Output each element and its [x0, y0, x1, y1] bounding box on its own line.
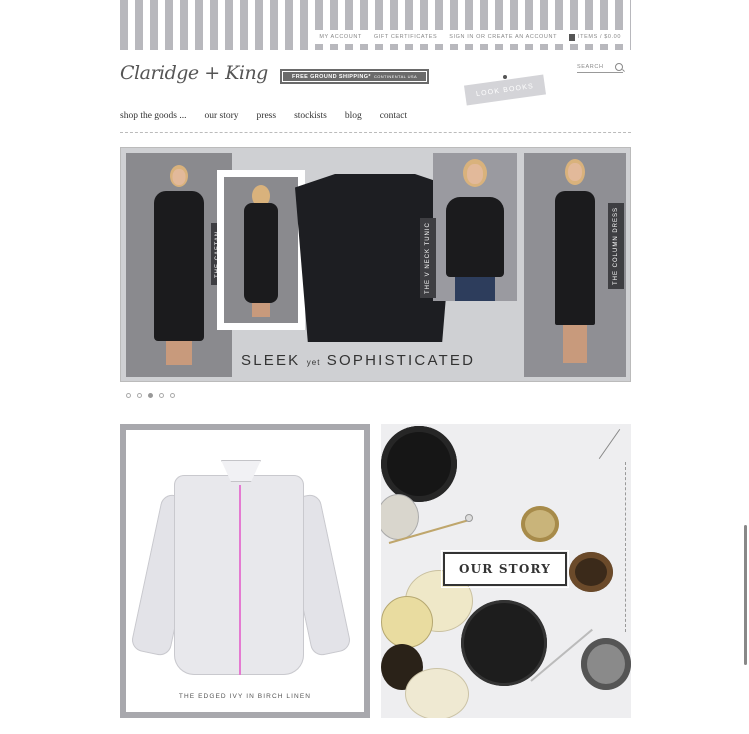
shirt-placket [239, 485, 241, 675]
brass-button-image [521, 506, 559, 542]
carousel-dot[interactable] [137, 393, 142, 398]
top-links: MY ACCOUNT GIFT CERTIFICATES SIGN IN OR … [311, 30, 625, 44]
divider [120, 132, 631, 133]
gift-certificates-link[interactable]: GIFT CERTIFICATES [374, 34, 437, 40]
main-nav: shop the goods ... our story press stock… [120, 111, 407, 121]
tunic-model-photo [433, 153, 517, 301]
shipping-subtext: CONTINENTAL USA [373, 74, 418, 79]
model-legs [563, 325, 587, 363]
hero-title-left: SLEEK [241, 352, 301, 369]
my-account-link[interactable]: MY ACCOUNT [319, 34, 362, 40]
model-face [568, 163, 582, 181]
caftan-back-dress [244, 203, 278, 303]
hero-title-right: SOPHISTICATED [326, 352, 476, 369]
needle-icon [598, 428, 621, 460]
model-legs [166, 341, 192, 365]
our-story-tile[interactable]: OUR STORY [381, 424, 631, 718]
lookbooks-button[interactable]: LOOK BOOKS [463, 74, 547, 106]
shopping-bag-icon [569, 33, 576, 41]
shipping-banner: FREE GROUND SHIPPING* CONTINENTAL USA [280, 69, 429, 84]
cart-summary: ITEMS / $0.00 [578, 34, 621, 40]
black-button-image [381, 426, 457, 502]
search-box[interactable]: SEARCH [577, 62, 623, 73]
tag-column-dress: THE COLUMN DRESS [608, 203, 624, 289]
carousel-dots [126, 393, 175, 398]
yellow-button-image [381, 596, 433, 648]
tortoise-button-image [569, 552, 613, 592]
carousel-dot-active[interactable] [148, 393, 153, 398]
model-face [172, 169, 186, 185]
nav-item-stockists[interactable]: stockists [294, 111, 327, 121]
nav-item-contact[interactable]: contact [380, 111, 407, 121]
nav-item-press[interactable]: press [257, 111, 277, 121]
nav-item-shop[interactable]: shop the goods ... [120, 111, 187, 121]
pin-head [465, 514, 473, 522]
model-jeans [455, 277, 495, 301]
search-input[interactable]: SEARCH [577, 64, 604, 70]
shipping-text: FREE GROUND SHIPPING* [291, 73, 371, 80]
pearl-button-image [381, 494, 419, 540]
our-story-label[interactable]: OUR STORY [441, 550, 569, 588]
hero-title-mid: yet [306, 358, 321, 367]
nav-item-blog[interactable]: blog [345, 111, 362, 121]
tag-v-neck-tunic: THE V NECK TUNIC [420, 218, 436, 298]
product-tile[interactable]: THE EDGED IVY IN BIRCH LINEN [120, 424, 370, 718]
nav-item-our-story[interactable]: our story [205, 111, 239, 121]
cart-link[interactable]: ITEMS / $0.00 [569, 33, 621, 41]
column-dress-model-photo: THE COLUMN DRESS [524, 153, 626, 377]
product-caption: THE EDGED IVY IN BIRCH LINEN [178, 693, 312, 700]
metal-button-image [581, 638, 631, 690]
model-face [467, 164, 483, 184]
model-legs [252, 303, 270, 317]
carousel-dot[interactable] [170, 393, 175, 398]
search-icon[interactable] [615, 63, 623, 71]
dark-button-image [461, 600, 547, 686]
hero-title: SLEEK yet SOPHISTICATED [241, 352, 475, 369]
carousel-dot[interactable] [159, 393, 164, 398]
column-dress [555, 191, 595, 325]
carousel-dot[interactable] [126, 393, 131, 398]
ivory-button-image [405, 668, 469, 718]
header-stripes: MY ACCOUNT GIFT CERTIFICATES SIGN IN OR … [120, 0, 631, 50]
caftan-back-photo [224, 177, 298, 323]
scrollbar[interactable] [744, 525, 747, 665]
v-neck-tunic [446, 197, 504, 277]
framed-photo [217, 170, 305, 330]
hero-slide[interactable]: THE CAFTAN THE V NECK TUNIC THE COLUMN [120, 147, 631, 382]
pin-icon [503, 75, 507, 79]
caftan-dress [154, 191, 204, 341]
sign-in-link[interactable]: SIGN IN OR CREATE AN ACCOUNT [449, 34, 557, 40]
site-logo[interactable]: Claridge + King [120, 62, 268, 98]
thread-line [625, 462, 627, 632]
